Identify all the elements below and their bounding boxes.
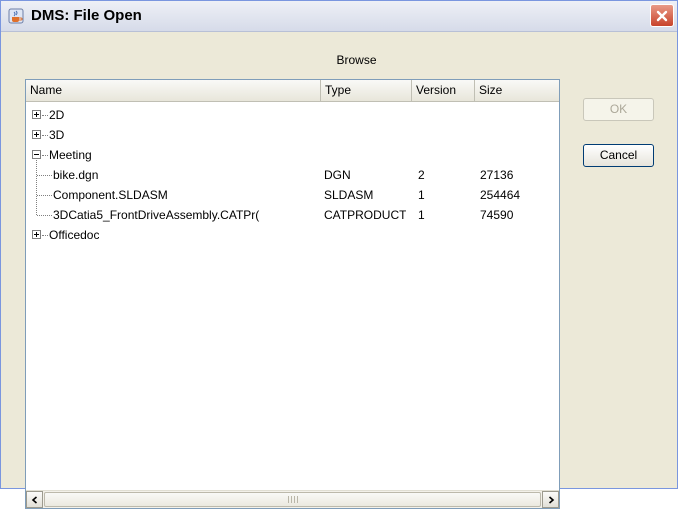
file-type: SLDASM (324, 188, 374, 202)
tree-row-file[interactable]: 3DCatia5_FrontDriveAssembly.CATPr( CATPR… (26, 205, 559, 225)
file-tree-table[interactable]: Name Type Version Size 2D 3D Meeting bik… (25, 79, 560, 509)
file-version: 2 (418, 168, 425, 182)
column-header-size[interactable]: Size (475, 80, 559, 101)
tree-connector (42, 235, 48, 236)
title-bar[interactable]: DMS: File Open (1, 1, 677, 32)
dialog-body: Browse Name Type Version Size 2D 3D Meet… (4, 32, 674, 509)
tree-item-name: 2D (49, 108, 65, 122)
tree-item-name: Meeting (49, 148, 92, 162)
scroll-grip (287, 496, 298, 503)
file-version: 1 (418, 208, 425, 222)
tree-item-name: 3D (49, 128, 65, 142)
scroll-thumb[interactable] (44, 492, 541, 507)
tree-connector (37, 195, 52, 196)
file-name: 3DCatia5_FrontDriveAssembly.CATPr( (53, 208, 260, 222)
file-size: 27136 (480, 168, 514, 182)
expand-plus-icon[interactable] (32, 130, 41, 139)
tree-row-meeting[interactable]: Meeting (26, 145, 559, 165)
table-header: Name Type Version Size (26, 80, 559, 102)
close-icon (656, 10, 668, 21)
cancel-button-label: Cancel (599, 148, 638, 162)
collapse-minus-icon[interactable] (32, 150, 41, 159)
tree-connector (42, 155, 48, 156)
tree-row-file[interactable]: bike.dgn DGN 2 27136 (26, 165, 559, 185)
tree-row-2d[interactable]: 2D (26, 105, 559, 125)
file-type: DGN (324, 168, 351, 182)
arrow-left-icon (31, 495, 37, 504)
tree-row-3d[interactable]: 3D (26, 125, 559, 145)
scroll-right-button[interactable] (542, 491, 559, 508)
arrow-right-icon (548, 495, 554, 504)
column-header-name[interactable]: Name (26, 80, 321, 101)
browse-label: Browse (336, 53, 377, 67)
file-size: 74590 (480, 208, 514, 222)
file-version: 1 (418, 188, 425, 202)
ok-button[interactable]: OK (583, 98, 654, 121)
tree-connector (42, 135, 48, 136)
file-name: bike.dgn (53, 168, 99, 182)
java-cup-icon (8, 8, 24, 24)
tree-row-officedoc[interactable]: Officedoc (26, 225, 559, 245)
column-header-version[interactable]: Version (412, 80, 475, 101)
horizontal-scrollbar[interactable] (26, 490, 559, 508)
file-type: CATPRODUCT (324, 208, 407, 222)
tree-connector (37, 175, 52, 176)
file-size: 254464 (480, 188, 521, 202)
tree-connector (37, 215, 52, 216)
ok-button-label: OK (609, 102, 628, 116)
cancel-button[interactable]: Cancel (583, 144, 654, 167)
file-open-dialog: DMS: File Open Browse Name Type Version … (0, 0, 678, 509)
tree-row-file[interactable]: Component.SLDASM SLDASM 1 254464 (26, 185, 559, 205)
expand-plus-icon[interactable] (32, 110, 41, 119)
tree-connector (42, 115, 48, 116)
expand-plus-icon[interactable] (32, 230, 41, 239)
window-title: DMS: File Open (31, 7, 142, 24)
scroll-left-button[interactable] (26, 491, 43, 508)
column-header-type[interactable]: Type (321, 80, 412, 101)
file-name: Component.SLDASM (53, 188, 168, 202)
tree-item-name: Officedoc (49, 228, 100, 242)
close-button[interactable] (650, 4, 674, 27)
